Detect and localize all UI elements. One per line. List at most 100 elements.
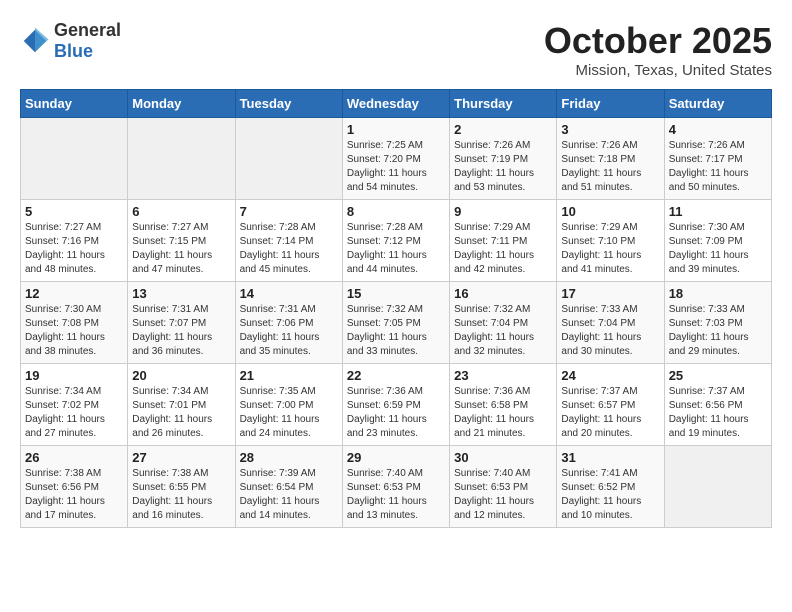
month-title: October 2025	[544, 20, 772, 62]
day-info: Sunrise: 7:27 AMSunset: 7:15 PMDaylight:…	[132, 221, 230, 277]
calendar-cell: 6 Sunrise: 7:27 AMSunset: 7:15 PMDaylight…	[128, 200, 235, 282]
week-row-2: 5Sunrise: 7:27 AMSunset: 7:16 PMDaylight…	[21, 200, 772, 282]
day-number: 4	[669, 122, 767, 137]
day-number: 24	[561, 368, 659, 383]
day-info: Sunrise: 7:31 AMSunset: 7:06 PMDaylight:…	[240, 303, 338, 359]
calendar-cell	[21, 118, 128, 200]
calendar-cell: 17 Sunrise: 7:33 AMSunset: 7:04 PMDayligh…	[557, 282, 664, 364]
calendar-table: SundayMondayTuesdayWednesdayThursdayFrid…	[20, 89, 772, 528]
calendar-cell: 29 Sunrise: 7:40 AMSunset: 6:53 PMDayligh…	[342, 446, 449, 528]
day-info: Sunrise: 7:28 AMSunset: 7:14 PMDaylight:…	[240, 221, 338, 277]
day-info: Sunrise: 7:26 AMSunset: 7:18 PMDaylight:…	[561, 139, 659, 195]
calendar-cell: 8Sunrise: 7:28 AMSunset: 7:12 PMDaylight…	[342, 200, 449, 282]
day-number: 27	[132, 450, 230, 465]
calendar-cell: 22 Sunrise: 7:36 AMSunset: 6:59 PMDayligh…	[342, 364, 449, 446]
day-number: 18	[669, 286, 767, 301]
calendar-cell	[128, 118, 235, 200]
day-number: 22	[347, 368, 445, 383]
day-number: 21	[240, 368, 338, 383]
day-number: 19	[25, 368, 123, 383]
day-number: 30	[454, 450, 552, 465]
day-number: 25	[669, 368, 767, 383]
day-number: 23	[454, 368, 552, 383]
header-day-thursday: Thursday	[450, 90, 557, 118]
day-info: Sunrise: 7:26 AMSunset: 7:19 PMDaylight:…	[454, 139, 552, 195]
calendar-cell: 7 Sunrise: 7:28 AMSunset: 7:14 PMDaylight…	[235, 200, 342, 282]
calendar-cell: 26 Sunrise: 7:38 AMSunset: 6:56 PMDayligh…	[21, 446, 128, 528]
day-info: Sunrise: 7:27 AMSunset: 7:16 PMDaylight:…	[25, 221, 123, 277]
day-number: 3	[561, 122, 659, 137]
day-number: 10	[561, 204, 659, 219]
day-info: Sunrise: 7:36 AMSunset: 6:59 PMDaylight:…	[347, 385, 445, 441]
day-number: 7	[240, 204, 338, 219]
day-info: Sunrise: 7:36 AMSunset: 6:58 PMDaylight:…	[454, 385, 552, 441]
day-info: Sunrise: 7:34 AMSunset: 7:02 PMDaylight:…	[25, 385, 123, 441]
header-day-saturday: Saturday	[664, 90, 771, 118]
logo-general-text: General	[54, 20, 121, 41]
calendar-cell: 18 Sunrise: 7:33 AMSunset: 7:03 PMDayligh…	[664, 282, 771, 364]
day-number: 28	[240, 450, 338, 465]
header-day-monday: Monday	[128, 90, 235, 118]
calendar-cell: 31Sunrise: 7:41 AMSunset: 6:52 PMDayligh…	[557, 446, 664, 528]
day-info: Sunrise: 7:30 AMSunset: 7:09 PMDaylight:…	[669, 221, 767, 277]
calendar-cell: 4 Sunrise: 7:26 AMSunset: 7:17 PMDaylight…	[664, 118, 771, 200]
day-info: Sunrise: 7:37 AMSunset: 6:57 PMDaylight:…	[561, 385, 659, 441]
calendar-cell	[664, 446, 771, 528]
day-number: 15	[347, 286, 445, 301]
day-number: 14	[240, 286, 338, 301]
day-number: 8	[347, 204, 445, 219]
calendar-cell: 19 Sunrise: 7:34 AMSunset: 7:02 PMDayligh…	[21, 364, 128, 446]
day-info: Sunrise: 7:38 AMSunset: 6:55 PMDaylight:…	[132, 467, 230, 523]
day-number: 16	[454, 286, 552, 301]
logo-icon	[20, 26, 50, 56]
day-number: 9	[454, 204, 552, 219]
calendar-cell: 10 Sunrise: 7:29 AMSunset: 7:10 PMDayligh…	[557, 200, 664, 282]
header-day-tuesday: Tuesday	[235, 90, 342, 118]
calendar-cell: 12 Sunrise: 7:30 AMSunset: 7:08 PMDayligh…	[21, 282, 128, 364]
calendar-cell: 14 Sunrise: 7:31 AMSunset: 7:06 PMDayligh…	[235, 282, 342, 364]
day-info: Sunrise: 7:26 AMSunset: 7:17 PMDaylight:…	[669, 139, 767, 195]
day-info: Sunrise: 7:32 AMSunset: 7:04 PMDaylight:…	[454, 303, 552, 359]
day-number: 29	[347, 450, 445, 465]
week-row-4: 19 Sunrise: 7:34 AMSunset: 7:02 PMDayligh…	[21, 364, 772, 446]
day-number: 20	[132, 368, 230, 383]
day-number: 2	[454, 122, 552, 137]
day-info: Sunrise: 7:30 AMSunset: 7:08 PMDaylight:…	[25, 303, 123, 359]
calendar-cell: 5Sunrise: 7:27 AMSunset: 7:16 PMDaylight…	[21, 200, 128, 282]
week-row-5: 26 Sunrise: 7:38 AMSunset: 6:56 PMDayligh…	[21, 446, 772, 528]
calendar-cell: 20Sunrise: 7:34 AMSunset: 7:01 PMDayligh…	[128, 364, 235, 446]
calendar-cell: 11 Sunrise: 7:30 AMSunset: 7:09 PMDayligh…	[664, 200, 771, 282]
header-day-friday: Friday	[557, 90, 664, 118]
location: Mission, Texas, United States	[544, 62, 772, 79]
title-block: October 2025 Mission, Texas, United Stat…	[544, 20, 772, 79]
day-number: 11	[669, 204, 767, 219]
day-info: Sunrise: 7:33 AMSunset: 7:03 PMDaylight:…	[669, 303, 767, 359]
page-header: General Blue October 2025 Mission, Texas…	[20, 20, 772, 79]
day-number: 26	[25, 450, 123, 465]
day-number: 17	[561, 286, 659, 301]
calendar-cell: 15Sunrise: 7:32 AMSunset: 7:05 PMDayligh…	[342, 282, 449, 364]
calendar-cell: 3 Sunrise: 7:26 AMSunset: 7:18 PMDaylight…	[557, 118, 664, 200]
day-info: Sunrise: 7:29 AMSunset: 7:10 PMDaylight:…	[561, 221, 659, 277]
logo-blue-text: Blue	[54, 41, 121, 62]
calendar-cell: 2 Sunrise: 7:26 AMSunset: 7:19 PMDaylight…	[450, 118, 557, 200]
day-number: 6	[132, 204, 230, 219]
calendar-header: SundayMondayTuesdayWednesdayThursdayFrid…	[21, 90, 772, 118]
calendar-cell: 28Sunrise: 7:39 AMSunset: 6:54 PMDayligh…	[235, 446, 342, 528]
week-row-3: 12 Sunrise: 7:30 AMSunset: 7:08 PMDayligh…	[21, 282, 772, 364]
day-number: 13	[132, 286, 230, 301]
calendar-cell: 1Sunrise: 7:25 AMSunset: 7:20 PMDaylight…	[342, 118, 449, 200]
day-info: Sunrise: 7:40 AMSunset: 6:53 PMDaylight:…	[347, 467, 445, 523]
day-info: Sunrise: 7:38 AMSunset: 6:56 PMDaylight:…	[25, 467, 123, 523]
calendar-cell	[235, 118, 342, 200]
calendar-cell: 9 Sunrise: 7:29 AMSunset: 7:11 PMDaylight…	[450, 200, 557, 282]
day-info: Sunrise: 7:29 AMSunset: 7:11 PMDaylight:…	[454, 221, 552, 277]
day-number: 12	[25, 286, 123, 301]
header-day-sunday: Sunday	[21, 90, 128, 118]
calendar-cell: 16 Sunrise: 7:32 AMSunset: 7:04 PMDayligh…	[450, 282, 557, 364]
logo: General Blue	[20, 20, 121, 62]
day-info: Sunrise: 7:37 AMSunset: 6:56 PMDaylight:…	[669, 385, 767, 441]
calendar-body: 1Sunrise: 7:25 AMSunset: 7:20 PMDaylight…	[21, 118, 772, 528]
calendar-cell: 21Sunrise: 7:35 AMSunset: 7:00 PMDayligh…	[235, 364, 342, 446]
day-info: Sunrise: 7:33 AMSunset: 7:04 PMDaylight:…	[561, 303, 659, 359]
